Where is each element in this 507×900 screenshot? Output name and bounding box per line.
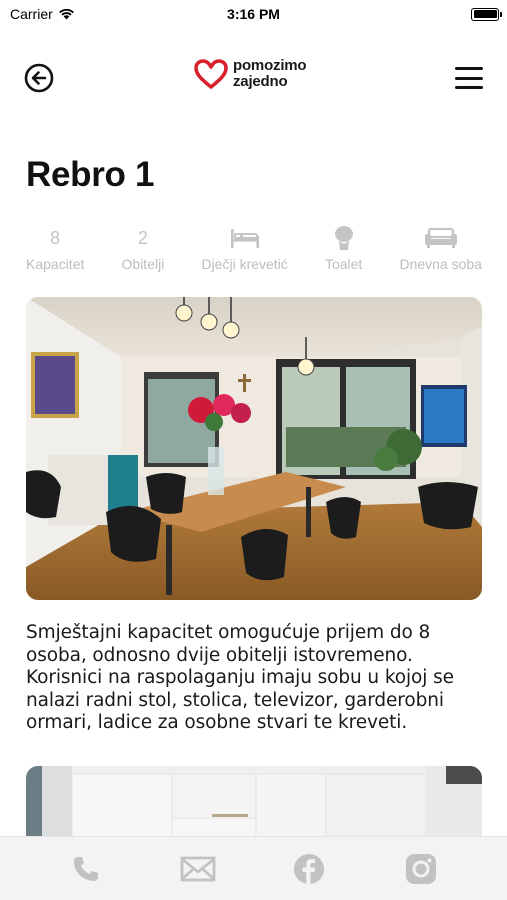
- logo[interactable]: pomozimo zajedno: [193, 57, 307, 90]
- wifi-icon: [58, 8, 74, 20]
- heart-logo-icon: [194, 59, 228, 89]
- facebook-button[interactable]: [289, 849, 329, 889]
- menu-button[interactable]: [455, 67, 483, 89]
- stat-value: 8: [50, 228, 61, 248]
- stats-row: 8 Kapacitet 2 Obitelji Dječji krevetić T…: [26, 226, 482, 272]
- footer-bar: [0, 836, 507, 900]
- stat-label: Kapacitet: [26, 256, 85, 272]
- stat-crib: Dječji krevetić: [201, 226, 288, 272]
- status-time: 3:16 PM: [227, 6, 280, 22]
- facebook-icon: [294, 853, 325, 884]
- carrier-label: Carrier: [10, 6, 53, 22]
- back-button[interactable]: [24, 63, 54, 93]
- mail-icon: [180, 856, 216, 881]
- toilet-icon: [333, 226, 355, 250]
- logo-line2: zajedno: [233, 73, 288, 90]
- stat-capacity: 8 Kapacitet: [26, 226, 84, 272]
- page-title: Rebro 1: [26, 155, 155, 194]
- battery-icon: [471, 7, 502, 21]
- app-header: pomozimo zajedno: [0, 52, 507, 104]
- logo-line1: pomozimo: [233, 57, 307, 74]
- sofa-icon: [424, 226, 458, 250]
- stat-value: 2: [137, 228, 148, 248]
- apartment-photo[interactable]: [26, 297, 482, 600]
- stat-label: Obitelji: [121, 256, 165, 272]
- stat-label: Dječji krevetić: [201, 256, 288, 272]
- instagram-button[interactable]: [401, 849, 441, 889]
- stat-label: Toalet: [324, 256, 363, 272]
- stat-label: Dnevna soba: [399, 256, 482, 272]
- menu-bar: [455, 76, 483, 80]
- status-left: Carrier: [10, 6, 75, 22]
- phone-icon: [73, 856, 98, 881]
- menu-bar: [455, 86, 483, 89]
- stat-living-room: Dnevna soba: [399, 226, 482, 272]
- menu-bar: [455, 67, 483, 70]
- stat-toilet: Toalet: [325, 226, 362, 272]
- mail-button[interactable]: [178, 849, 218, 889]
- instagram-icon: [406, 853, 437, 884]
- stat-families: 2 Obitelji: [122, 226, 165, 272]
- description-text: Smještajni kapacitet omogućuje prijem do…: [26, 622, 454, 733]
- bed-icon: [229, 226, 261, 250]
- phone-button[interactable]: [66, 849, 106, 889]
- status-bar: Carrier 3:16 PM: [0, 0, 507, 28]
- logo-text: pomozimo zajedno: [233, 57, 307, 90]
- back-arrow-icon: [24, 63, 54, 93]
